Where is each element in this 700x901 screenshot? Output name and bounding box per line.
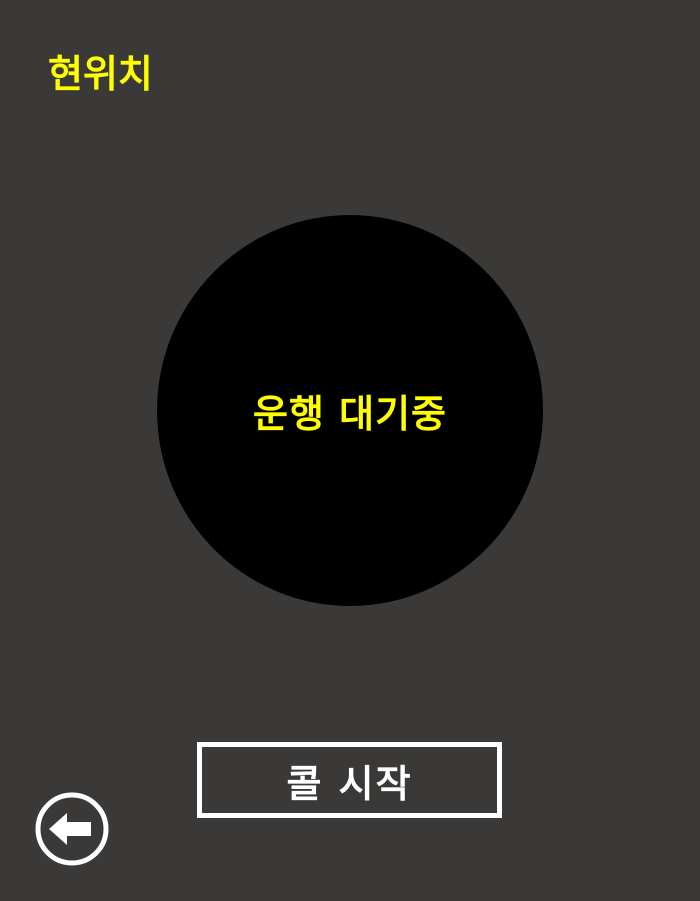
driving-status-text: 운행 대기중: [252, 392, 448, 436]
driving-status-circle: 운행 대기중: [157, 215, 543, 606]
back-button[interactable]: [33, 790, 111, 868]
start-call-button[interactable]: 콜 시작: [197, 742, 502, 818]
back-arrow-icon: [33, 790, 111, 868]
current-location-label: 현위치: [48, 52, 153, 96]
